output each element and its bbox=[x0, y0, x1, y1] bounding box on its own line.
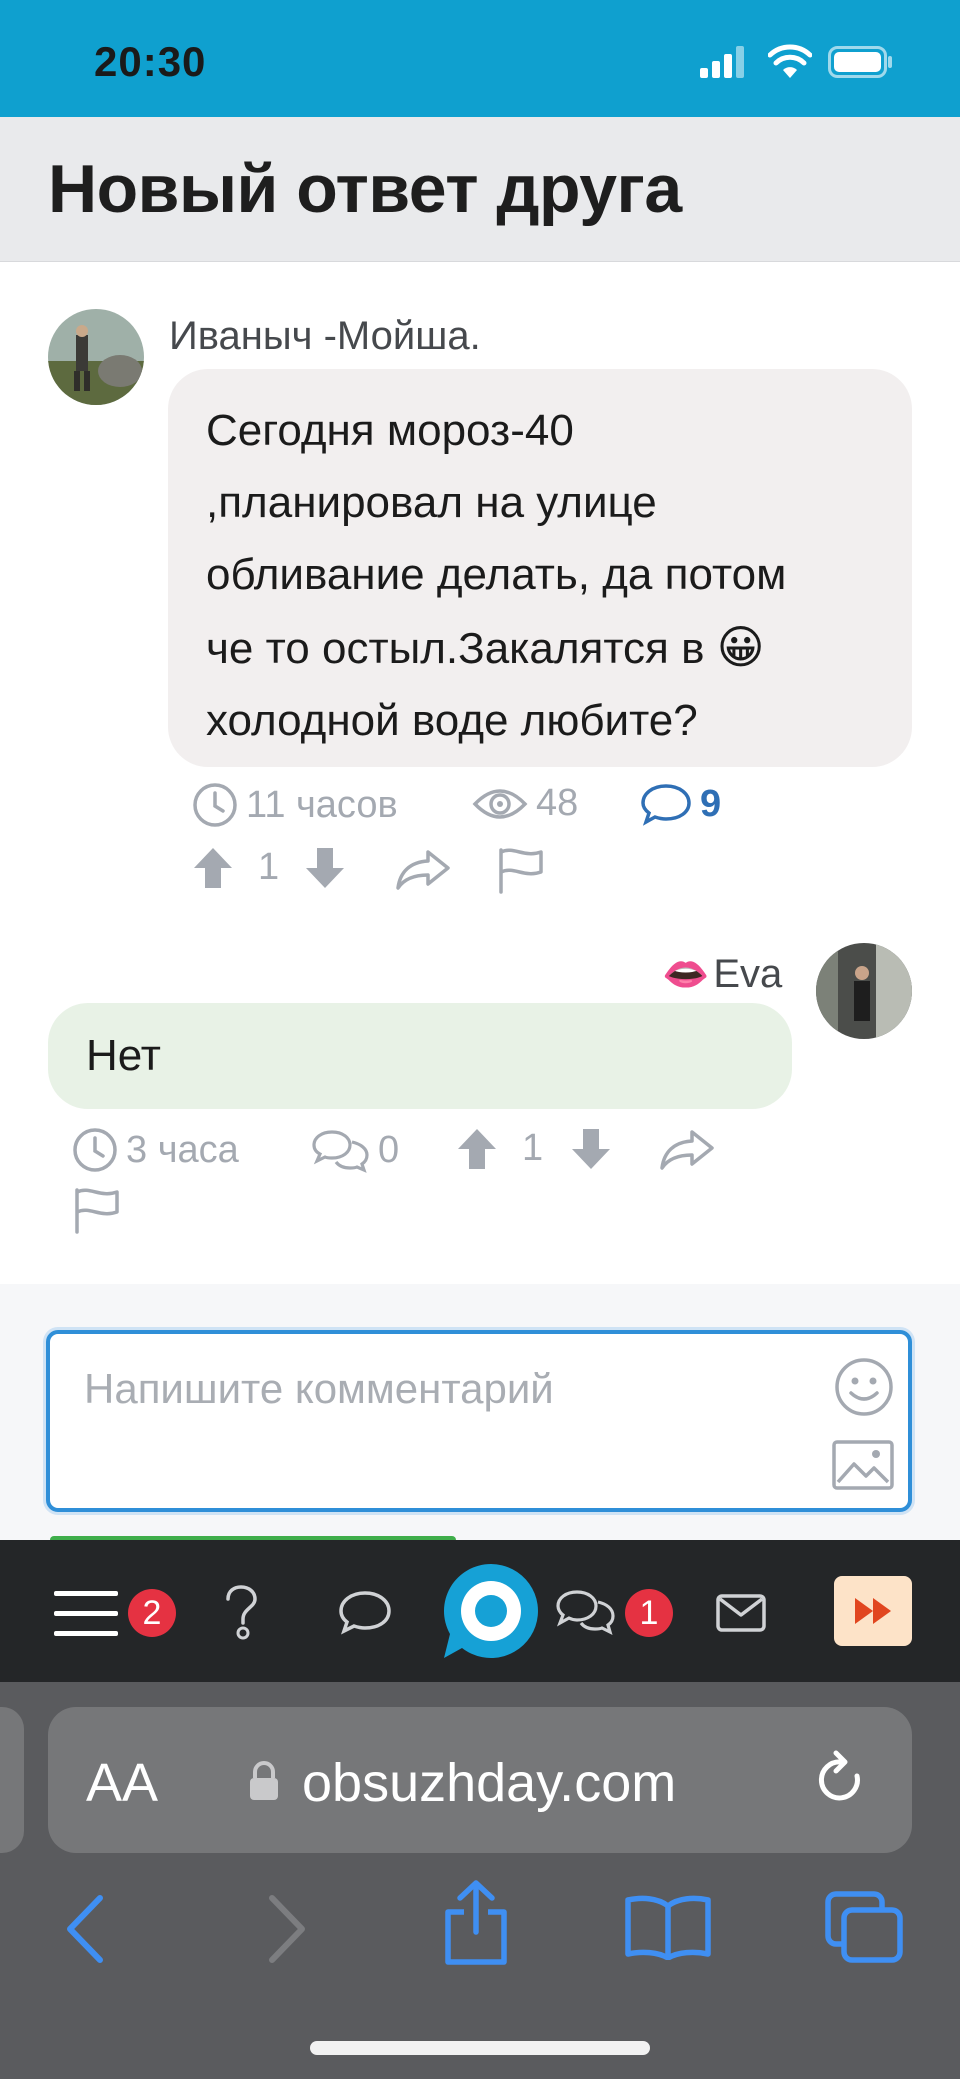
post-comments-link[interactable]: 9 bbox=[640, 782, 721, 826]
discussions-badge: 1 bbox=[625, 1589, 673, 1637]
signal-icon bbox=[700, 46, 746, 78]
status-time: 20:30 bbox=[94, 38, 207, 85]
eye-icon bbox=[472, 784, 528, 824]
reader-settings-button[interactable]: AA bbox=[86, 1752, 158, 1814]
grinning-emoji: 😀 bbox=[716, 621, 765, 673]
lock-icon bbox=[248, 1760, 280, 1802]
lips-emoji: 👄 bbox=[662, 953, 710, 996]
clock-icon bbox=[192, 782, 238, 828]
previous-tab-peek[interactable] bbox=[0, 1707, 24, 1853]
site-logo-icon[interactable] bbox=[442, 1562, 540, 1660]
bookmarks-icon[interactable] bbox=[624, 1894, 712, 1960]
reply-text: Нет bbox=[86, 1031, 161, 1080]
share-button[interactable] bbox=[658, 1128, 716, 1172]
share-button[interactable] bbox=[394, 848, 452, 892]
comments-icon bbox=[312, 1127, 370, 1173]
attach-image-icon[interactable] bbox=[832, 1440, 894, 1490]
home-indicator[interactable] bbox=[310, 2041, 650, 2055]
reply-avatar[interactable] bbox=[816, 943, 912, 1039]
share-icon[interactable] bbox=[440, 1880, 512, 1966]
help-icon[interactable] bbox=[222, 1585, 260, 1641]
reply-rating: 1 bbox=[522, 1127, 544, 1169]
wifi-icon bbox=[768, 44, 812, 78]
post-rating: 1 bbox=[258, 846, 280, 888]
page-title: Новый ответ друга bbox=[48, 151, 682, 227]
post-time: 11 часов bbox=[192, 782, 398, 828]
downvote-button[interactable] bbox=[304, 846, 346, 890]
tabs-icon[interactable] bbox=[824, 1890, 904, 1964]
post-line: Сегодня мороз-40 bbox=[206, 406, 574, 455]
back-icon[interactable] bbox=[62, 1894, 108, 1964]
author-avatar[interactable] bbox=[48, 309, 144, 405]
clock-icon bbox=[72, 1127, 118, 1173]
menu-icon[interactable] bbox=[54, 1589, 118, 1637]
mail-icon[interactable] bbox=[716, 1594, 766, 1632]
comment-placeholder: Напишите комментарий bbox=[84, 1365, 554, 1412]
post-line: че то остыл.Закалятся в 😀 bbox=[206, 621, 765, 673]
post-views: 48 bbox=[472, 782, 578, 825]
fast-forward-button[interactable] bbox=[834, 1576, 912, 1646]
menu-badge: 2 bbox=[128, 1589, 176, 1637]
post-line: холодной воде любите? bbox=[206, 696, 698, 745]
reply-time: 3 часа bbox=[72, 1127, 239, 1173]
reply-author[interactable]: 👄 Eva bbox=[662, 952, 782, 997]
battery-icon bbox=[828, 46, 894, 78]
url-domain[interactable]: obsuzhday.com bbox=[302, 1752, 676, 1814]
post-line: ,планировал на улице bbox=[206, 478, 657, 527]
report-flag-button[interactable] bbox=[72, 1186, 122, 1234]
reply-bubble: Нет bbox=[48, 1003, 792, 1109]
discussions-icon[interactable] bbox=[556, 1588, 616, 1636]
forward-icon bbox=[264, 1894, 310, 1964]
report-flag-button[interactable] bbox=[496, 846, 546, 894]
upvote-button[interactable] bbox=[456, 1127, 498, 1171]
upvote-button[interactable] bbox=[192, 846, 234, 890]
post-bubble: Сегодня мороз-40 ,планировал на улице об… bbox=[168, 369, 912, 767]
comment-bubble-icon bbox=[640, 782, 692, 826]
comment-input[interactable] bbox=[46, 1330, 912, 1512]
downvote-button[interactable] bbox=[570, 1127, 612, 1171]
post-line: обливание делать, да потом bbox=[206, 550, 787, 599]
reload-icon[interactable] bbox=[814, 1750, 868, 1810]
chat-icon[interactable] bbox=[338, 1590, 392, 1636]
post-author-name[interactable]: Иваныч -Мойша. bbox=[169, 314, 481, 359]
emoji-picker-icon[interactable] bbox=[834, 1357, 894, 1417]
fast-forward-icon bbox=[855, 1598, 891, 1624]
reply-comments-link[interactable]: 0 bbox=[312, 1127, 399, 1173]
